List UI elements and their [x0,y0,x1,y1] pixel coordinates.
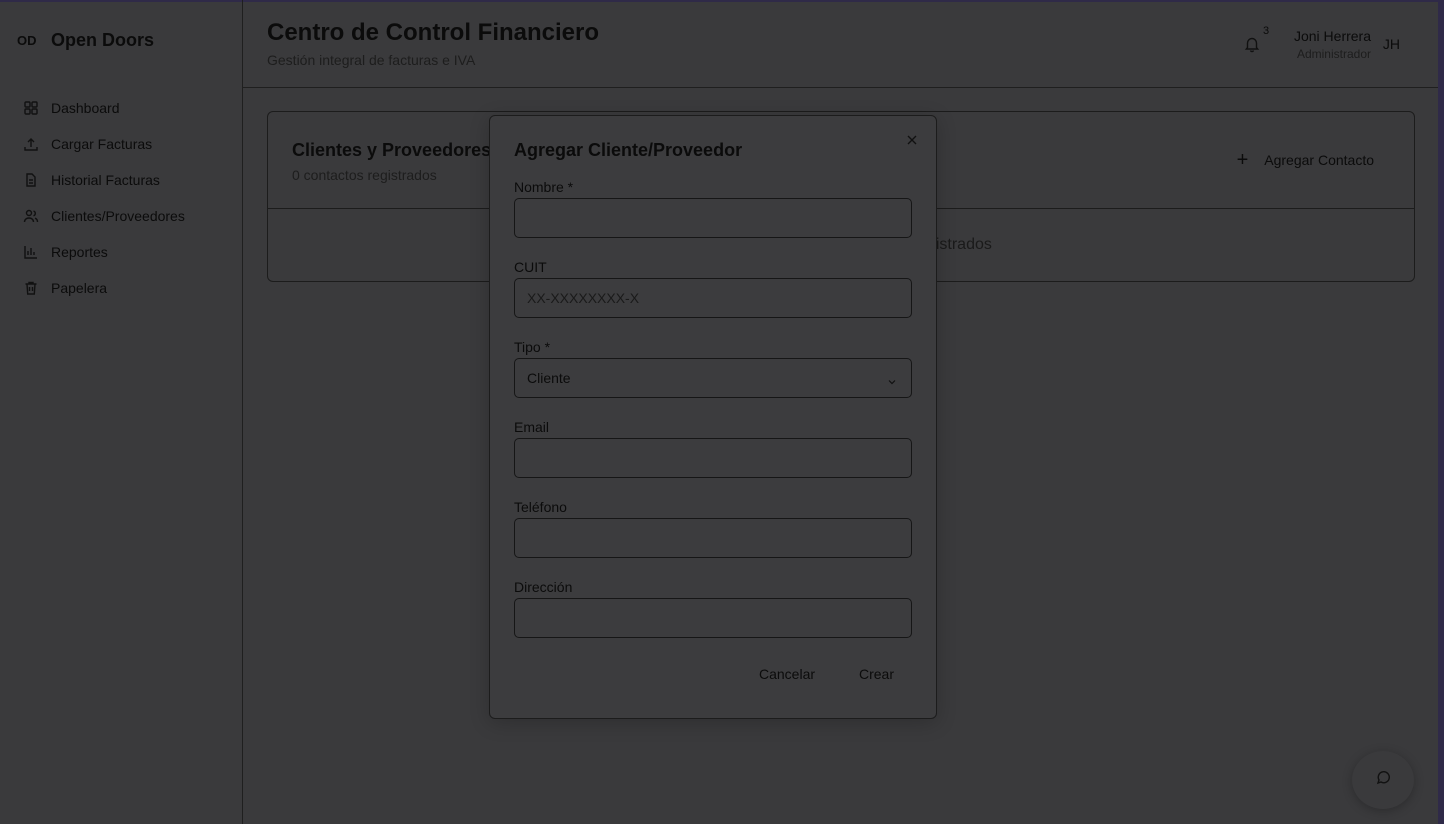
sidebar-item-clientes-proveedores[interactable]: Clientes/Proveedores [0,198,242,234]
sidebar-item-label: Papelera [51,280,108,296]
bar-chart-icon [23,244,39,260]
nombre-label: Nombre * [514,179,574,195]
message-circle-icon [1375,770,1391,791]
email-label: Email [514,419,550,435]
bell-icon[interactable] [1243,35,1261,53]
sidebar-item-label: Dashboard [51,100,120,116]
card-title: Clientes y Proveedores [292,140,492,160]
cuit-input[interactable] [514,278,912,318]
add-contact-dialog: Agregar Cliente/Proveedor Nombre * CUIT … [489,115,937,719]
sidebar-nav: Dashboard Cargar Facturas Historial Fact… [0,90,242,306]
cancel-button[interactable]: Cancelar [759,666,815,682]
telefono-label: Teléfono [514,499,567,515]
sidebar-item-label: Clientes/Proveedores [51,208,185,224]
sidebar-item-dashboard[interactable]: Dashboard [0,90,242,126]
email-input[interactable] [514,438,912,478]
window-frame-right [1438,0,1444,824]
sidebar-item-reportes[interactable]: Reportes [0,234,242,270]
sidebar-item-label: Reportes [51,244,108,260]
create-button[interactable]: Crear [859,666,894,682]
avatar[interactable]: JH [1383,36,1400,52]
file-text-icon [23,172,39,188]
page-subtitle: Gestión integral de facturas e IVA [267,52,476,68]
sidebar-item-historial-facturas[interactable]: Historial Facturas [0,162,242,198]
chat-button[interactable] [1352,751,1414,809]
close-icon[interactable] [905,133,919,147]
sidebar-item-label: Cargar Facturas [51,136,153,152]
page-title: Centro de Control Financiero [267,19,600,46]
add-contact-label: Agregar Contacto [1264,152,1374,168]
tipo-select[interactable]: Cliente [514,358,912,398]
dialog-title: Agregar Cliente/Proveedor [514,140,743,160]
users-icon [23,208,39,224]
app-root: OD Open Doors Dashboard Cargar Facturas [0,0,1444,824]
add-contact-button[interactable]: + Agregar Contacto [1236,149,1374,171]
brand-name: Open Doors [51,30,155,50]
brand-logo: OD [17,33,37,48]
top-header: Centro de Control Financiero Gestión int… [243,0,1438,88]
contacts-count: 0 contactos registrados [292,167,437,183]
nombre-input[interactable] [514,198,912,238]
chevron-down-icon [887,374,897,385]
plus-icon: + [1236,149,1249,171]
notification-count-badge: 3 [1263,25,1270,37]
user-name[interactable]: Joni Herrera [1294,28,1371,44]
dashboard-icon [23,100,39,116]
sidebar-item-cargar-facturas[interactable]: Cargar Facturas [0,126,242,162]
cuit-label: CUIT [514,259,547,275]
upload-icon [23,136,39,152]
direccion-input[interactable] [514,598,912,638]
sidebar-item-label: Historial Facturas [51,172,160,188]
trash-icon [23,280,39,296]
sidebar-item-papelera[interactable]: Papelera [0,270,242,306]
brand[interactable]: OD Open Doors [17,30,154,51]
tipo-selected-value: Cliente [527,370,571,386]
sidebar: OD Open Doors Dashboard Cargar Facturas [0,0,243,824]
telefono-input[interactable] [514,518,912,558]
user-role: Administrador [1296,47,1371,61]
tipo-label: Tipo * [514,339,551,355]
direccion-label: Dirección [514,579,573,595]
